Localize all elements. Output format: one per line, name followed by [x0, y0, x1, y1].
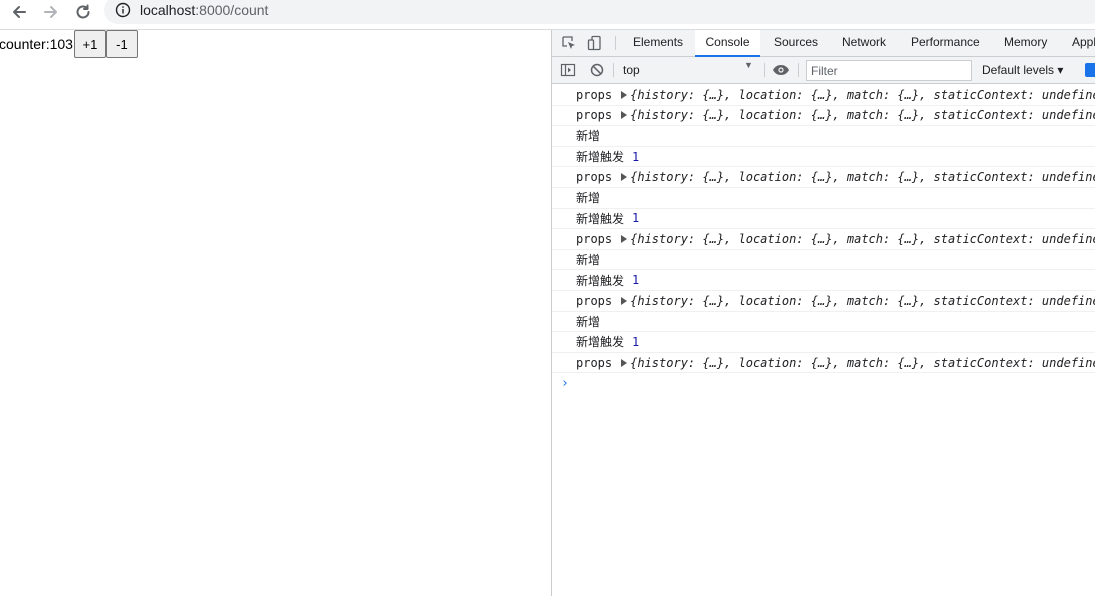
clear-console-icon[interactable]: [589, 62, 605, 78]
console-message: props {history: {…}, location: {…}, match…: [552, 167, 1095, 188]
context-select[interactable]: top: [623, 63, 755, 79]
back-arrow-icon[interactable]: [7, 0, 31, 24]
console-message-label: 新增触发: [576, 273, 625, 288]
console-toolbar: top ▼ Default levels ▾: [552, 57, 1095, 84]
console-message-label: 新增: [576, 129, 601, 144]
console-object-preview[interactable]: {history: {…}, location: {…}, match: {…}…: [630, 88, 1095, 102]
prompt-chevron-icon: ›: [561, 375, 569, 391]
console-object-preview[interactable]: {history: {…}, location: {…}, match: {…}…: [630, 108, 1095, 122]
console-message-label: props: [576, 293, 613, 308]
chevron-down-icon[interactable]: ▼: [744, 60, 753, 70]
device-toolbar-icon[interactable]: [587, 35, 603, 51]
url-host: localhost: [140, 2, 196, 18]
expand-triangle-icon[interactable]: [621, 173, 628, 182]
browser-toolbar: localhost:8000/count: [0, 0, 1095, 25]
console-messages: props {history: {…}, location: {…}, match…: [552, 85, 1095, 393]
console-message-label: props: [576, 355, 613, 370]
console-message-label: 新增: [576, 253, 601, 268]
console-object-preview[interactable]: {history: {…}, location: {…}, match: {…}…: [630, 294, 1095, 308]
toolbar-separator: [764, 63, 765, 77]
url-text[interactable]: localhost:8000/count: [140, 2, 268, 18]
devtools-panel: Elements Console Sources Network Perform…: [551, 30, 1095, 596]
tab-sources[interactable]: Sources: [774, 30, 818, 57]
console-object-preview[interactable]: {history: {…}, location: {…}, match: {…}…: [630, 170, 1095, 184]
expand-triangle-icon[interactable]: [621, 358, 628, 367]
console-message: 新增触发 1: [552, 270, 1095, 291]
decrement-button[interactable]: -1: [105, 30, 138, 58]
console-filter-input[interactable]: [806, 60, 972, 81]
console-message: props {history: {…}, location: {…}, match…: [552, 106, 1095, 127]
reload-icon[interactable]: [71, 0, 95, 24]
console-message-label: 新增触发: [576, 335, 625, 350]
expand-triangle-icon[interactable]: [621, 111, 628, 120]
address-bar[interactable]: localhost:8000/count: [104, 0, 1095, 24]
console-message: 新增: [552, 126, 1095, 147]
tab-application[interactable]: Appl: [1072, 30, 1095, 57]
devtools-tabbar: Elements Console Sources Network Perform…: [552, 30, 1095, 57]
url-path: :8000/count: [195, 2, 269, 18]
console-message-label: props: [576, 170, 613, 185]
console-prompt[interactable]: ›: [552, 373, 1095, 393]
expand-triangle-icon[interactable]: [621, 90, 628, 99]
console-object-preview[interactable]: {history: {…}, location: {…}, match: {…}…: [630, 356, 1095, 370]
toolbar-separator: [798, 63, 799, 77]
console-message-label: 新增: [576, 314, 601, 329]
console-message: 新增: [552, 250, 1095, 271]
tab-console[interactable]: Console: [695, 30, 760, 57]
page-viewport: counter:103 +1 -1: [0, 30, 551, 596]
increment-button[interactable]: +1: [73, 30, 106, 58]
console-message: props {history: {…}, location: {…}, match…: [552, 229, 1095, 250]
forward-arrow-icon[interactable]: [39, 0, 63, 24]
counter-row: counter:103 +1 -1: [0, 30, 138, 58]
tab-performance[interactable]: Performance: [911, 30, 980, 57]
expand-triangle-icon[interactable]: [621, 234, 628, 243]
console-number-value: 1: [632, 149, 640, 164]
console-message-label: 新增触发: [576, 211, 625, 226]
console-number-value: 1: [632, 211, 640, 226]
console-message: 新增: [552, 312, 1095, 333]
expand-triangle-icon[interactable]: [621, 296, 628, 305]
info-icon[interactable]: [115, 2, 131, 18]
console-number-value: 1: [632, 334, 640, 349]
tab-network[interactable]: Network: [842, 30, 886, 57]
console-message: 新增触发 1: [552, 147, 1095, 168]
tab-elements[interactable]: Elements: [633, 30, 683, 57]
console-message: props {history: {…}, location: {…}, match…: [552, 291, 1095, 312]
console-message-label: 新增触发: [576, 150, 625, 165]
console-message-label: props: [576, 87, 613, 102]
console-message: 新增触发 1: [552, 209, 1095, 230]
tab-separator: [615, 36, 616, 50]
console-object-preview[interactable]: {history: {…}, location: {…}, match: {…}…: [630, 232, 1095, 246]
console-number-value: 1: [632, 273, 640, 288]
console-message: 新增触发 1: [552, 332, 1095, 353]
toolbar-separator: [613, 63, 614, 77]
live-expression-eye-icon[interactable]: [772, 62, 789, 78]
tab-memory[interactable]: Memory: [1004, 30, 1047, 57]
console-message-label: 新增: [576, 191, 601, 206]
console-message: props {history: {…}, location: {…}, match…: [552, 85, 1095, 106]
console-message: 新增: [552, 188, 1095, 209]
sidebar-toggle-icon[interactable]: [560, 62, 576, 78]
issues-badge-icon[interactable]: [1085, 63, 1095, 77]
console-message-label: props: [576, 231, 613, 246]
counter-label: counter:103: [0, 36, 73, 52]
inspect-element-icon[interactable]: [561, 35, 577, 51]
console-message-label: props: [576, 108, 613, 123]
log-levels-dropdown[interactable]: Default levels ▾: [982, 63, 1063, 77]
console-message: props {history: {…}, location: {…}, match…: [552, 353, 1095, 374]
